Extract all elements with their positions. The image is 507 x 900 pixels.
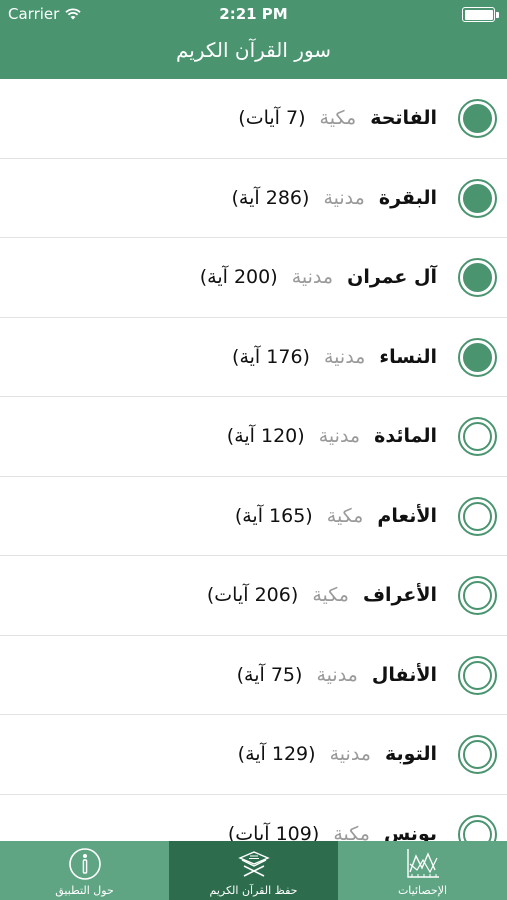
- battery-icon: [462, 7, 499, 22]
- sura-verse-count: (206 آيات): [206, 584, 299, 606]
- sura-name: الأنعام: [377, 504, 437, 527]
- sura-list[interactable]: الفاتحة مكية (7 آيات) البقرة مدنية (286 …: [0, 79, 507, 841]
- chart-icon: [406, 849, 439, 878]
- sura-name: المائدة: [374, 425, 437, 447]
- sura-row[interactable]: آل عمران مدنية (200 آية): [0, 238, 507, 318]
- memorized-status-icon[interactable]: [458, 496, 497, 536]
- tab-bar: حول التطبيق حفظ القرآن الكريم الإحصائيات: [0, 841, 507, 900]
- quran-stand-icon: [237, 851, 270, 877]
- tab-about-label: حول التطبيق: [55, 884, 114, 897]
- sura-info: النساء مدنية (176 آية): [232, 318, 437, 397]
- sura-verse-count: (165 آية): [234, 504, 313, 527]
- sura-verse-count: (7 آيات): [238, 107, 306, 129]
- sura-revelation-place: مكية: [326, 504, 364, 527]
- sura-info: البقرة مدنية (286 آية): [232, 159, 437, 238]
- sura-info: الأنعام مكية (165 آية): [235, 477, 437, 556]
- sura-revelation-place: مدنية: [318, 425, 361, 447]
- sura-row[interactable]: النساء مدنية (176 آية): [0, 317, 507, 397]
- sura-revelation-place: مدنية: [316, 663, 358, 686]
- sura-revelation-place: مدنية: [324, 345, 366, 368]
- sura-revelation-place: مدنية: [329, 743, 371, 765]
- memorized-status-icon[interactable]: [458, 178, 497, 218]
- sura-verse-count: (109 آيات): [227, 822, 320, 842]
- sura-info: الفاتحة مكية (7 آيات): [238, 79, 437, 158]
- sura-verse-count: (286 آية): [231, 186, 310, 209]
- sura-revelation-place: مدنية: [323, 186, 365, 209]
- tab-statistics[interactable]: الإحصائيات: [338, 841, 507, 900]
- sura-info: الأعراف مكية (206 آيات): [207, 556, 437, 635]
- sura-verse-count: (120 آية): [226, 425, 305, 447]
- sura-row[interactable]: البقرة مدنية (286 آية): [0, 158, 507, 238]
- memorized-status-icon[interactable]: [458, 576, 497, 615]
- sura-name: التوبة: [385, 743, 437, 765]
- header: Carrier 2:21 PM سور القرآن الكريم: [0, 0, 507, 79]
- clock: 2:21 PM: [219, 5, 288, 23]
- tab-about[interactable]: حول التطبيق: [0, 841, 169, 900]
- status-bar: Carrier 2:21 PM: [0, 0, 507, 30]
- info-icon: [68, 848, 101, 880]
- page-title: سور القرآن الكريم: [175, 38, 332, 62]
- sura-row[interactable]: الأعراف مكية (206 آيات): [0, 556, 507, 636]
- sura-row[interactable]: الأنعام مكية (165 آية): [0, 476, 507, 556]
- sura-revelation-place: مكية: [319, 107, 357, 129]
- sura-name: النساء: [379, 345, 437, 368]
- sura-row[interactable]: الفاتحة مكية (7 آيات): [0, 79, 507, 159]
- sura-row[interactable]: الأنفال مدنية (75 آية): [0, 635, 507, 715]
- sura-row[interactable]: يونس مكية (109 آيات): [0, 794, 507, 842]
- sura-verse-count: (75 آية): [236, 663, 303, 686]
- tab-memorize[interactable]: حفظ القرآن الكريم: [169, 841, 338, 900]
- sura-verse-count: (200 آية): [199, 266, 278, 288]
- memorized-status-icon[interactable]: [458, 814, 497, 841]
- sura-info: التوبة مدنية (129 آية): [238, 715, 437, 794]
- memorized-status-icon[interactable]: [458, 655, 497, 695]
- memorized-status-icon[interactable]: [458, 337, 497, 377]
- tab-memorize-label: حفظ القرآن الكريم: [209, 884, 298, 897]
- memorized-status-icon[interactable]: [458, 735, 497, 774]
- sura-revelation-place: مدنية: [291, 266, 334, 288]
- sura-info: يونس مكية (109 آيات): [228, 795, 437, 842]
- memorized-status-icon[interactable]: [458, 258, 497, 297]
- sura-info: الأنفال مدنية (75 آية): [237, 636, 437, 715]
- tab-statistics-label: الإحصائيات: [397, 884, 448, 897]
- sura-name: الأعراف: [362, 584, 437, 606]
- sura-verse-count: (176 آية): [232, 345, 310, 368]
- memorized-status-icon[interactable]: [458, 417, 497, 456]
- sura-name: آل عمران: [347, 266, 437, 288]
- sura-revelation-place: مكية: [312, 584, 349, 606]
- sura-name: البقرة: [378, 186, 437, 209]
- sura-row[interactable]: المائدة مدنية (120 آية): [0, 397, 507, 477]
- sura-info: آل عمران مدنية (200 آية): [200, 238, 437, 317]
- sura-info: المائدة مدنية (120 آية): [227, 397, 437, 476]
- memorized-status-icon[interactable]: [458, 99, 497, 138]
- sura-name: الأنفال: [371, 663, 437, 686]
- sura-row[interactable]: التوبة مدنية (129 آية): [0, 715, 507, 795]
- sura-name: الفاتحة: [370, 107, 437, 129]
- sura-verse-count: (129 آية): [237, 743, 316, 765]
- sura-revelation-place: مكية: [333, 822, 370, 842]
- sura-name: يونس: [383, 822, 437, 842]
